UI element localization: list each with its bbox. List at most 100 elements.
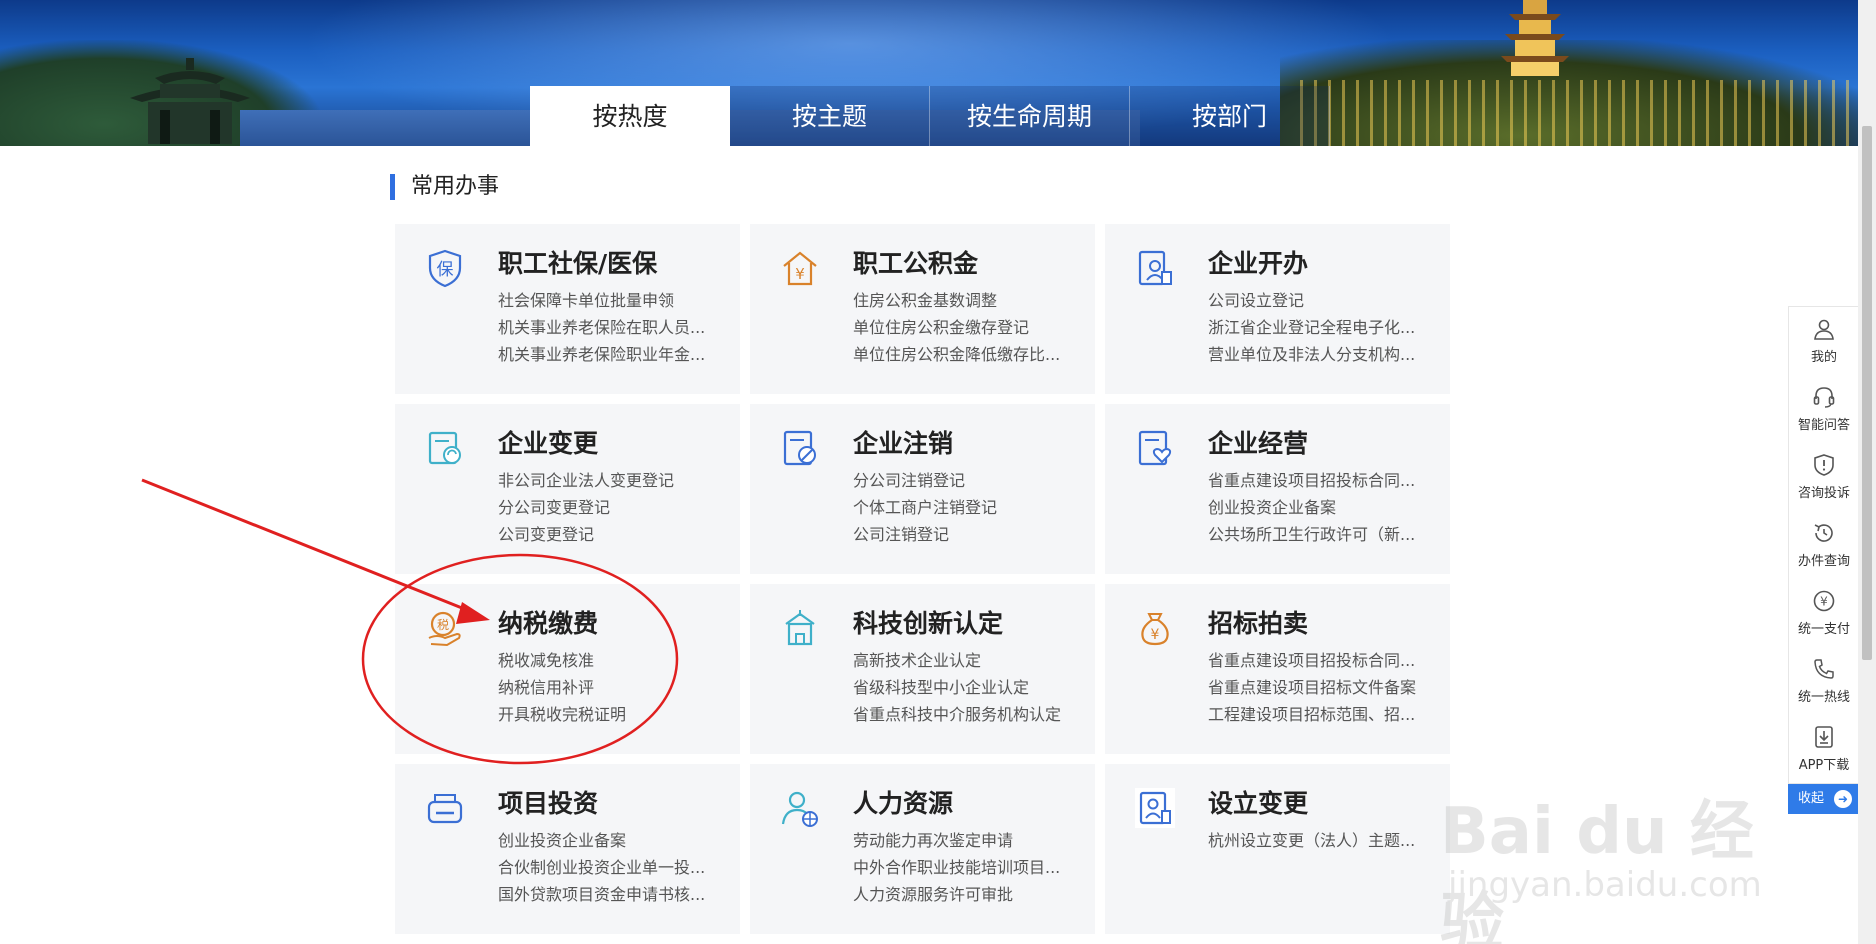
service-link[interactable]: 开具税收完税证明 <box>498 701 718 728</box>
float-item-label: 我的 <box>1810 350 1837 365</box>
service-link[interactable]: 浙江省企业登记全程电子化... <box>1208 314 1428 341</box>
banner-lights <box>1300 80 1858 146</box>
service-card-social-insurance[interactable]: 保 职工社保/医保 社会保障卡单位批量申领 机关事业养老保险在职人员... 机关… <box>395 224 740 394</box>
pavilion-illustration <box>130 58 250 144</box>
service-link[interactable]: 营业单位及非法人分支机构... <box>1208 341 1428 368</box>
service-link[interactable]: 税收减免核准 <box>498 647 718 674</box>
tab-by-popularity[interactable]: 按热度 <box>530 86 730 146</box>
float-item-app-download[interactable]: APP下载 <box>1789 715 1859 783</box>
service-card-company-change[interactable]: 企业变更 非公司企业法人变更登记 分公司变更登记 公司变更登记 <box>395 404 740 574</box>
page: 按热度 按主题 按生命周期 按部门 常用办事 保 职工社保/医保 社会保障卡单位… <box>0 0 1876 944</box>
shield-bao-icon: 保 <box>428 249 462 288</box>
service-card-title: 企业注销 <box>853 429 954 458</box>
service-link[interactable]: 省级科技型中小企业认定 <box>853 674 1073 701</box>
service-link[interactable]: 单位住房公积金降低缴存比... <box>853 341 1073 368</box>
service-link[interactable]: 高新技术企业认定 <box>853 647 1073 674</box>
service-link[interactable]: 分公司注销登记 <box>853 467 1073 494</box>
service-card-title: 招标拍卖 <box>1208 609 1309 638</box>
service-card-title: 人力资源 <box>853 789 954 818</box>
service-link[interactable]: 工程建设项目招标范围、招... <box>1208 701 1428 728</box>
watermark-logo-text: Bai du 经验 <box>1440 795 1754 944</box>
service-link[interactable]: 中外合作职业技能培训项目... <box>853 854 1073 881</box>
service-link[interactable]: 创业投资企业备案 <box>1208 494 1428 521</box>
service-card-tax-payment[interactable]: 税 纳税缴费 税收减免核准 纳税信用补评 开具税收完税证明 <box>395 584 740 754</box>
float-item-mine[interactable]: 我的 <box>1789 307 1859 375</box>
scrollbar-thumb[interactable] <box>1862 126 1872 660</box>
service-link[interactable]: 创业投资企业备案 <box>498 827 718 854</box>
service-card-title: 职工公积金 <box>853 249 979 278</box>
service-grid: 保 职工社保/医保 社会保障卡单位批量申领 机关事业养老保险在职人员... 机关… <box>395 224 1453 934</box>
service-card-bidding-auction[interactable]: ¥ 招标拍卖 省重点建设项目招投标合同... 省重点建设项目招标文件备案 工程建… <box>1105 584 1450 754</box>
service-card-housing-fund[interactable]: ¥ 职工公积金 住房公积金基数调整 单位住房公积金缴存登记 单位住房公积金降低缴… <box>750 224 1095 394</box>
float-item-label: 统一热线 <box>1797 690 1850 705</box>
svg-text:保: 保 <box>437 260 454 280</box>
tab-by-theme[interactable]: 按主题 <box>730 86 930 146</box>
float-item-complaint[interactable]: 咨询投诉 <box>1789 443 1859 511</box>
service-link[interactable]: 省重点建设项目招投标合同... <box>1208 647 1428 674</box>
company-register-icon <box>1138 250 1172 286</box>
service-link[interactable]: 国外贷款项目资金申请书核... <box>498 881 718 908</box>
float-item-label: 咨询投诉 <box>1797 486 1850 501</box>
service-link[interactable]: 合伙制创业投资企业单一投... <box>498 854 718 881</box>
service-card-title: 科技创新认定 <box>853 609 1004 638</box>
service-card-company-setup[interactable]: 企业开办 公司设立登记 浙江省企业登记全程电子化... 营业单位及非法人分支机构… <box>1105 224 1450 394</box>
service-card-title: 纳税缴费 <box>498 609 599 638</box>
service-card-company-cancel[interactable]: 企业注销 分公司注销登记 个体工商户注销登记 公司注销登记 <box>750 404 1095 574</box>
service-card-title: 职工社保/医保 <box>498 249 658 278</box>
yuan-icon: ¥ <box>1813 590 1835 612</box>
service-link[interactable]: 纳税信用补评 <box>498 674 718 701</box>
float-item-smart-qa[interactable]: 智能问答 <box>1789 375 1859 443</box>
collapse-label: 收起 <box>1798 791 1825 806</box>
float-item-label: 智能问答 <box>1797 418 1850 433</box>
service-link[interactable]: 单位住房公积金缴存登记 <box>853 314 1073 341</box>
section-title: 常用办事 <box>390 174 499 200</box>
svg-text:税: 税 <box>437 618 449 632</box>
float-item-unified-payment[interactable]: ¥ 统一支付 <box>1789 579 1859 647</box>
service-link[interactable]: 公司变更登记 <box>498 521 718 548</box>
floating-toolbar: 我的 智能问答 咨询投诉 办件查询 ¥ 统一支付 统一热线 APP下载 <box>1788 306 1860 784</box>
category-tabs: 按热度 按主题 按生命周期 按部门 <box>530 86 1330 146</box>
service-link[interactable]: 分公司变更登记 <box>498 494 718 521</box>
service-link[interactable]: 住房公积金基数调整 <box>853 287 1073 314</box>
float-item-hotline[interactable]: 统一热线 <box>1789 647 1859 715</box>
person-globe-icon <box>781 791 818 827</box>
service-link[interactable]: 公共场所卫生行政许可（新... <box>1208 521 1428 548</box>
service-link[interactable]: 省重点建设项目招投标合同... <box>1208 467 1428 494</box>
id-card-icon <box>1135 788 1175 828</box>
service-card-title: 企业变更 <box>498 429 599 458</box>
service-card-human-resources[interactable]: 人力资源 劳动能力再次鉴定申请 中外合作职业技能培训项目... 人力资源服务许可… <box>750 764 1095 934</box>
money-bag-icon: ¥ <box>1141 613 1169 646</box>
document-heart-icon <box>1138 430 1172 466</box>
service-link[interactable]: 机关事业养老保险职业年金... <box>498 341 718 368</box>
service-card-company-operation[interactable]: 企业经营 省重点建设项目招投标合同... 创业投资企业备案 公共场所卫生行政许可… <box>1105 404 1450 574</box>
service-card-setup-change[interactable]: 设立变更 杭州设立变更（法人）主题... <box>1105 764 1450 934</box>
page-scrollbar[interactable] <box>1858 0 1876 944</box>
header-banner: 按热度 按主题 按生命周期 按部门 <box>0 0 1858 146</box>
watermark-url: jingyan.baidu.com <box>1448 865 1762 905</box>
service-link[interactable]: 个体工商户注销登记 <box>853 494 1073 521</box>
tab-by-department[interactable]: 按部门 <box>1130 86 1330 146</box>
service-card-project-investment[interactable]: 项目投资 创业投资企业备案 合伙制创业投资企业单一投... 国外贷款项目资金申请… <box>395 764 740 934</box>
service-link[interactable]: 人力资源服务许可审批 <box>853 881 1073 908</box>
service-card-title: 企业经营 <box>1208 429 1309 458</box>
document-cancel-icon <box>783 430 816 466</box>
building-icon <box>785 610 815 646</box>
service-link[interactable]: 省重点科技中介服务机构认定 <box>853 701 1073 728</box>
tab-by-lifecycle[interactable]: 按生命周期 <box>930 86 1130 146</box>
svg-text:¥: ¥ <box>795 265 805 283</box>
service-card-tech-innovation[interactable]: 科技创新认定 高新技术企业认定 省级科技型中小企业认定 省重点科技中介服务机构认… <box>750 584 1095 754</box>
service-link[interactable]: 省重点建设项目招标文件备案 <box>1208 674 1428 701</box>
house-yuan-icon: ¥ <box>783 251 817 286</box>
service-link[interactable]: 劳动能力再次鉴定申请 <box>853 827 1073 854</box>
collapse-button[interactable]: 收起 ➜ <box>1788 784 1860 814</box>
service-link[interactable]: 非公司企业法人变更登记 <box>498 467 718 494</box>
service-link[interactable]: 杭州设立变更（法人）主题... <box>1208 827 1428 854</box>
user-icon <box>1814 319 1834 340</box>
service-link[interactable]: 社会保障卡单位批量申领 <box>498 287 718 314</box>
pagoda-illustration <box>1501 0 1569 76</box>
history-icon <box>1814 524 1833 542</box>
service-link[interactable]: 公司注销登记 <box>853 521 1073 548</box>
service-link[interactable]: 公司设立登记 <box>1208 287 1428 314</box>
service-link[interactable]: 机关事业养老保险在职人员... <box>498 314 718 341</box>
float-item-case-query[interactable]: 办件查询 <box>1789 511 1859 579</box>
